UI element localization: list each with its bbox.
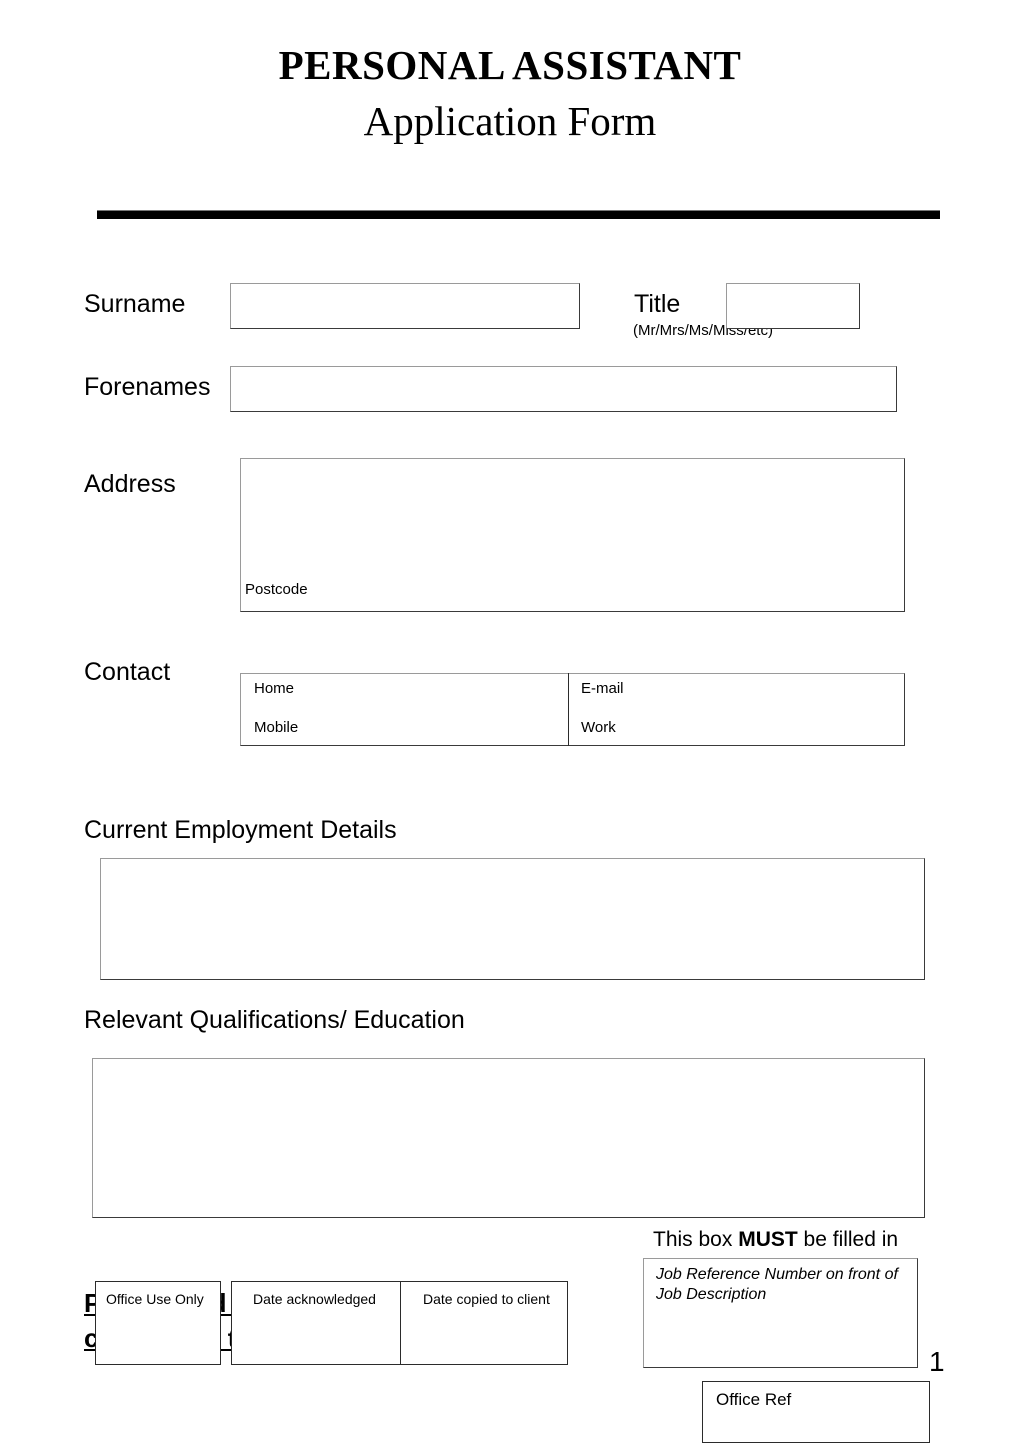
postcode-label: Postcode <box>245 581 308 598</box>
contact-work-input[interactable] <box>630 715 900 741</box>
contact-work-label: Work <box>581 719 616 736</box>
office-dates-divider <box>400 1281 401 1365</box>
address-input[interactable] <box>240 458 905 612</box>
must-be-filled-notice: This box MUST be filled in <box>653 1228 898 1252</box>
contact-email-label: E-mail <box>581 680 624 697</box>
contact-home-label: Home <box>254 680 295 697</box>
must-notice-emphasis: MUST <box>738 1228 798 1251</box>
title-divider-rule <box>97 210 940 219</box>
employment-input[interactable] <box>100 858 925 980</box>
page-number: 1 <box>929 1346 945 1377</box>
title-input[interactable] <box>726 283 860 329</box>
contact-mobile-label: Mobile <box>254 719 299 736</box>
form-subtitle: Application Form <box>363 98 657 144</box>
contact-home-input[interactable] <box>300 676 560 702</box>
office-use-only-label: Office Use Only <box>106 1291 204 1307</box>
date-acknowledged-label: Date acknowledged <box>253 1291 376 1307</box>
surname-label: Surname <box>84 290 186 318</box>
contact-email-input[interactable] <box>635 676 900 702</box>
must-notice-suffix: be filled in <box>797 1228 899 1251</box>
qualifications-input[interactable] <box>92 1058 925 1218</box>
application-form-page: PERSONAL ASSISTANT Application Form Surn… <box>0 0 1020 1443</box>
forenames-input[interactable] <box>230 366 897 412</box>
address-label: Address <box>84 470 176 498</box>
must-notice-prefix: This box <box>653 1228 739 1251</box>
forenames-label: Forenames <box>84 373 211 401</box>
title-label: Title <box>634 290 681 318</box>
contact-label: Contact <box>84 658 171 686</box>
form-title: PERSONAL ASSISTANT <box>278 42 742 88</box>
office-ref-label: Office Ref <box>716 1390 792 1409</box>
contact-table-divider <box>568 673 569 746</box>
surname-input[interactable] <box>230 283 580 329</box>
contact-mobile-input[interactable] <box>310 715 560 741</box>
employment-heading: Current Employment Details <box>84 816 397 844</box>
qualifications-heading: Relevant Qualifications/ Education <box>84 1006 465 1034</box>
job-reference-note: Job Reference Number on front of Job Des… <box>656 1266 898 1303</box>
date-copied-to-client-label: Date copied to client <box>423 1291 550 1307</box>
